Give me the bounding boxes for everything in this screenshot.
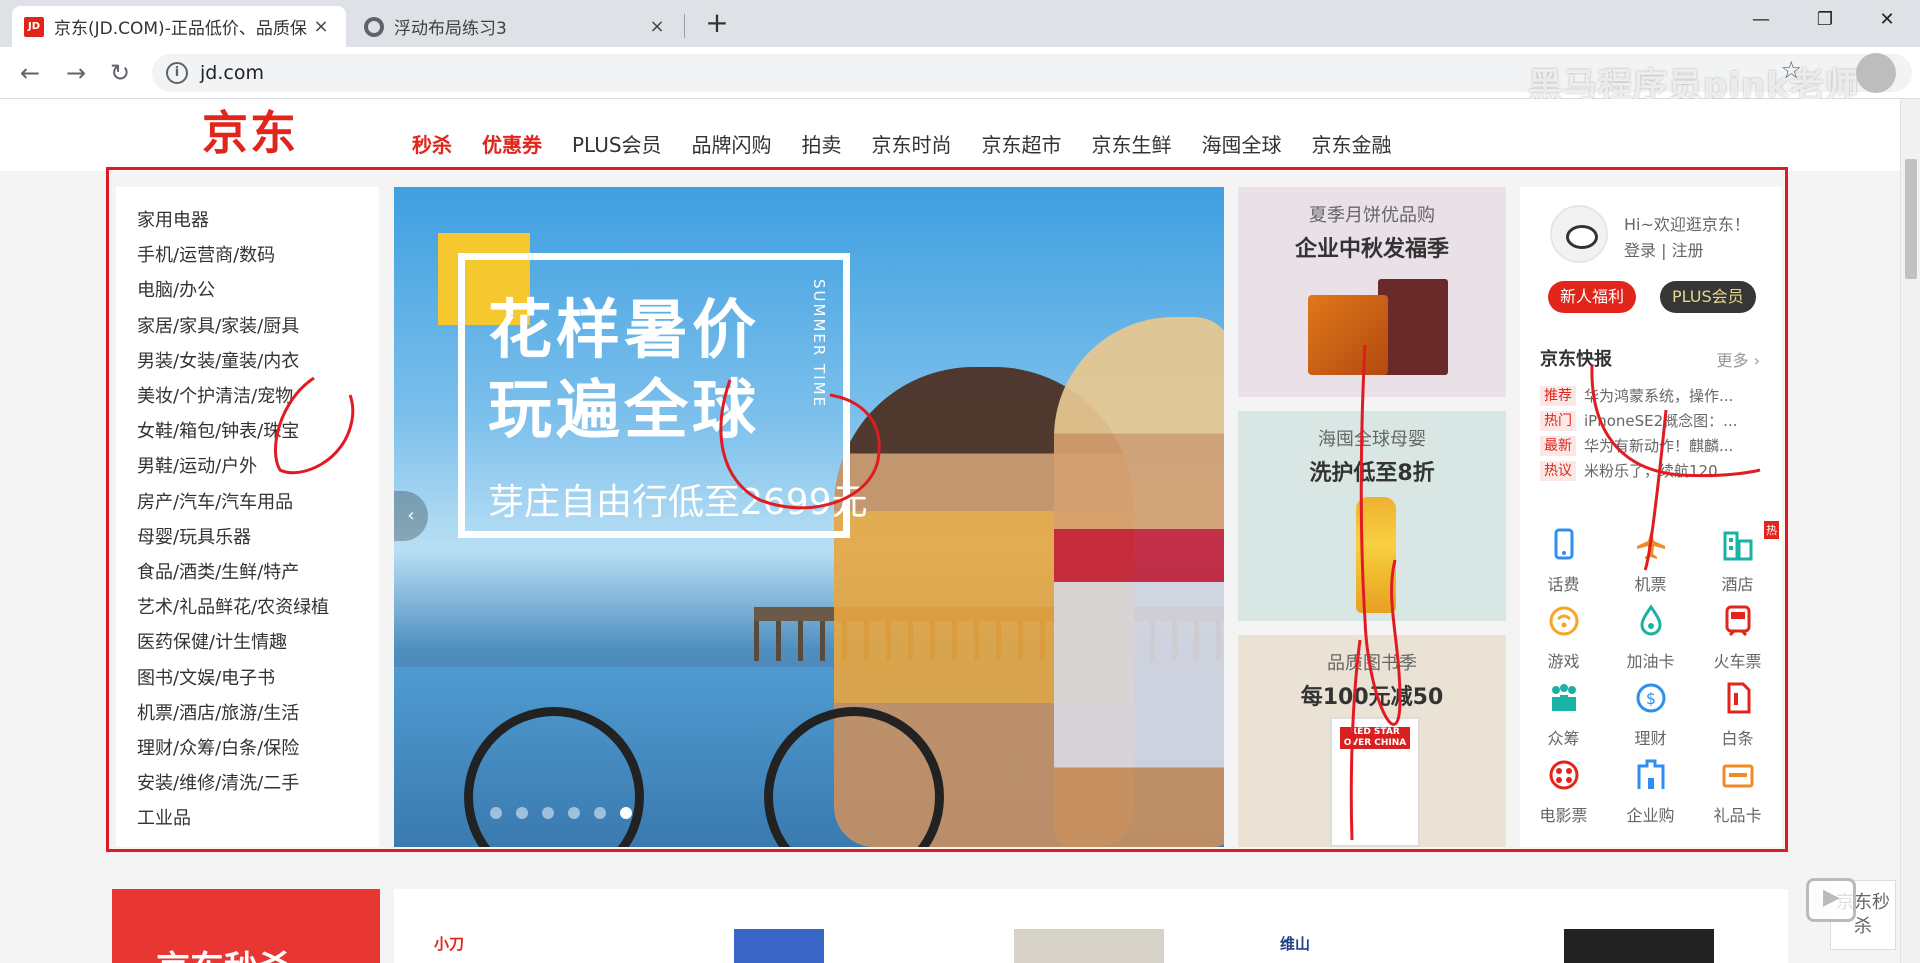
- address-bar[interactable]: i jd.com 黑马程序员pink老师 ☆: [152, 53, 1912, 106]
- minimize-button[interactable]: —: [1732, 0, 1790, 40]
- main-nav: 秒杀 优惠券 PLUS会员 品牌闪购 拍卖 京东时尚 京东超市 京东生鲜 海囤全…: [412, 129, 1422, 158]
- product-strip: 小刀 维山: [394, 889, 1788, 963]
- tab-title: 京东(JD.COM)-正品低价、品质保: [54, 19, 307, 39]
- bookmark-star-icon[interactable]: ☆: [1780, 56, 1802, 84]
- globe-icon: [364, 16, 384, 37]
- nav-link-fashion[interactable]: 京东时尚: [872, 129, 952, 158]
- nav-link-brand-flash[interactable]: 品牌闪购: [692, 129, 772, 158]
- new-tab-button[interactable]: +: [700, 6, 734, 40]
- browser-tab-float-practice[interactable]: 浮动布局练习3 ×: [352, 6, 682, 47]
- header-area: 京东 秒杀 优惠券 PLUS会员 品牌闪购 拍卖 京东时尚 京东超市 京东生鲜 …: [0, 99, 1900, 171]
- nav-link-supermarket[interactable]: 京东超市: [982, 129, 1062, 158]
- url-text[interactable]: jd.com: [200, 62, 264, 84]
- jd-logo[interactable]: 京东: [202, 97, 298, 163]
- profile-avatar-icon[interactable]: [1856, 53, 1896, 93]
- nav-link-coupon[interactable]: 优惠券: [482, 129, 542, 158]
- browser-tab-bar: JD 京东(JD.COM)-正品低价、品质保 × 浮动布局练习3 × + — ❐…: [0, 0, 1920, 47]
- nav-link-global[interactable]: 海囤全球: [1202, 129, 1282, 158]
- tab-title: 浮动布局练习3: [394, 19, 507, 39]
- restore-button[interactable]: ❐: [1796, 0, 1854, 40]
- forward-button[interactable]: →: [58, 55, 94, 91]
- highlight-box-annotation: [106, 167, 1788, 852]
- nav-link-seckill[interactable]: 秒杀: [412, 129, 452, 158]
- jd-page: 京东 秒杀 优惠券 PLUS会员 品牌闪购 拍卖 京东时尚 京东超市 京东生鲜 …: [0, 99, 1900, 963]
- seckill-title: 京东秒杀: [156, 941, 292, 963]
- brand-logo[interactable]: 小刀: [434, 933, 464, 954]
- close-tab-icon[interactable]: ×: [646, 16, 668, 37]
- close-window-button[interactable]: ✕: [1858, 0, 1916, 40]
- scrollbar-thumb[interactable]: [1905, 159, 1917, 279]
- page-scrollbar[interactable]: [1900, 99, 1920, 963]
- brand-logo[interactable]: 维山: [1280, 933, 1310, 954]
- nav-link-fresh[interactable]: 京东生鲜: [1092, 129, 1172, 158]
- close-tab-icon[interactable]: ×: [310, 16, 332, 37]
- product-thumbnail[interactable]: [1014, 929, 1164, 963]
- nav-link-plus[interactable]: PLUS会员: [572, 129, 662, 158]
- site-info-icon[interactable]: i: [166, 62, 188, 84]
- tv-icon: [1806, 878, 1856, 922]
- nav-link-auction[interactable]: 拍卖: [802, 129, 842, 158]
- jd-favicon-icon: JD: [24, 16, 44, 37]
- reload-button[interactable]: ↻: [102, 55, 138, 91]
- browser-toolbar: ← → ↻ i jd.com 黑马程序员pink老师 ☆: [0, 47, 1920, 106]
- seckill-block[interactable]: 京东秒杀: [112, 889, 380, 963]
- back-button[interactable]: ←: [12, 55, 48, 91]
- product-thumbnail[interactable]: [1564, 929, 1714, 963]
- browser-tab-jd[interactable]: JD 京东(JD.COM)-正品低价、品质保 ×: [12, 6, 346, 47]
- product-thumbnail[interactable]: [734, 929, 824, 963]
- nav-link-finance[interactable]: 京东金融: [1312, 129, 1392, 158]
- tab-divider: [684, 14, 685, 38]
